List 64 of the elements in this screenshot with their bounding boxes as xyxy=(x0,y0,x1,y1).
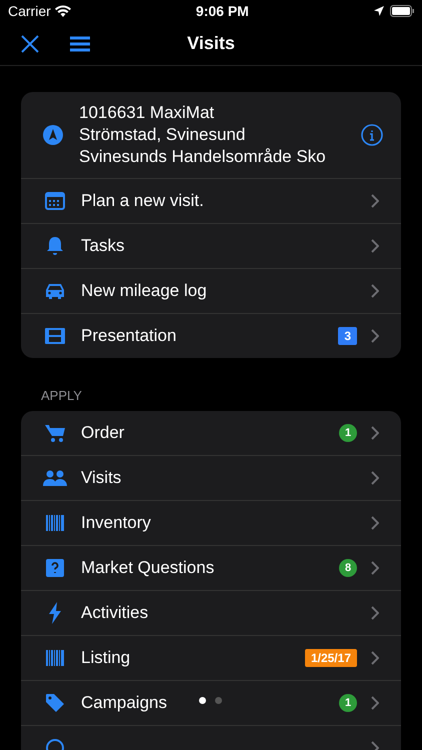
row-label: Presentation xyxy=(81,326,176,346)
menu-row[interactable]: Campaigns 1 xyxy=(21,680,401,725)
info-icon xyxy=(361,124,383,146)
menu-row[interactable]: Plan a new visit. xyxy=(21,179,401,223)
navigation-icon xyxy=(43,125,63,145)
barcode-icon xyxy=(43,650,67,666)
question-icon xyxy=(43,559,67,577)
count-badge: 1/25/17 xyxy=(304,649,357,667)
row-label: Order xyxy=(81,423,124,443)
menu-row[interactable]: Order 1 xyxy=(21,411,401,455)
barcode-icon xyxy=(43,515,67,531)
status-time: 9:06 PM xyxy=(196,3,249,19)
people-icon xyxy=(43,470,67,486)
film-icon xyxy=(43,327,67,345)
count-badge: 8 xyxy=(339,559,357,577)
tag-icon xyxy=(43,693,67,713)
customer-text: Svinesunds Handelsområde Sko xyxy=(79,146,327,168)
chevron-icon xyxy=(371,471,379,485)
customer-text: 1016631 MaxiMat xyxy=(79,102,216,124)
location-arrow-icon xyxy=(374,6,384,16)
close-button[interactable] xyxy=(20,34,40,54)
chevron-icon xyxy=(371,194,379,208)
row-label: Campaigns xyxy=(81,693,167,713)
menu-button[interactable] xyxy=(70,36,90,52)
info-button[interactable] xyxy=(361,124,383,146)
row-label: Activities xyxy=(81,603,148,623)
menu-row[interactable]: Visits xyxy=(21,455,401,500)
cart-icon xyxy=(43,423,67,443)
menu-row[interactable]: Listing 1/25/17 xyxy=(21,635,401,680)
count-badge: 1 xyxy=(339,424,357,442)
chevron-icon xyxy=(371,426,379,440)
customer-text: Strömstad, Svinesund xyxy=(79,124,246,146)
count-badge: 1 xyxy=(339,694,357,712)
calendar-icon xyxy=(43,192,67,210)
screen-title: Visits xyxy=(187,33,235,53)
menu-row[interactable]: Tasks xyxy=(21,223,401,268)
row-label: Plan a new visit. xyxy=(81,191,204,211)
row-label: Inventory xyxy=(81,513,151,533)
chevron-icon xyxy=(371,239,379,253)
menu-row[interactable]: New mileage log xyxy=(21,268,401,313)
chevron-icon xyxy=(371,651,379,665)
chevron-icon xyxy=(371,696,379,710)
chevron-icon xyxy=(371,284,379,298)
close-icon xyxy=(20,34,40,54)
menu-row[interactable]: Inventory xyxy=(21,500,401,545)
row-label: Visits xyxy=(81,468,122,488)
chevron-icon xyxy=(371,516,379,530)
menu-row[interactable]: Presentation 3 xyxy=(21,313,401,358)
count-badge: 3 xyxy=(338,327,357,345)
chevron-icon xyxy=(371,329,379,343)
row-label: Tasks xyxy=(81,236,124,256)
menu-icon xyxy=(70,36,90,52)
carrier-label: Carrier xyxy=(8,3,51,19)
menu-row[interactable]: Activities xyxy=(21,590,401,635)
battery-icon xyxy=(390,5,414,17)
row-label: Listing xyxy=(81,648,130,668)
section-header: APPLY xyxy=(41,388,82,403)
row-label: New mileage log xyxy=(81,281,207,301)
chevron-icon xyxy=(371,561,379,575)
menu-row[interactable]: Market Questions 8 xyxy=(21,545,401,590)
car-icon xyxy=(43,282,67,300)
chevron-icon xyxy=(371,606,379,620)
wifi-icon xyxy=(54,5,71,17)
row-label: Market Questions xyxy=(81,558,214,578)
